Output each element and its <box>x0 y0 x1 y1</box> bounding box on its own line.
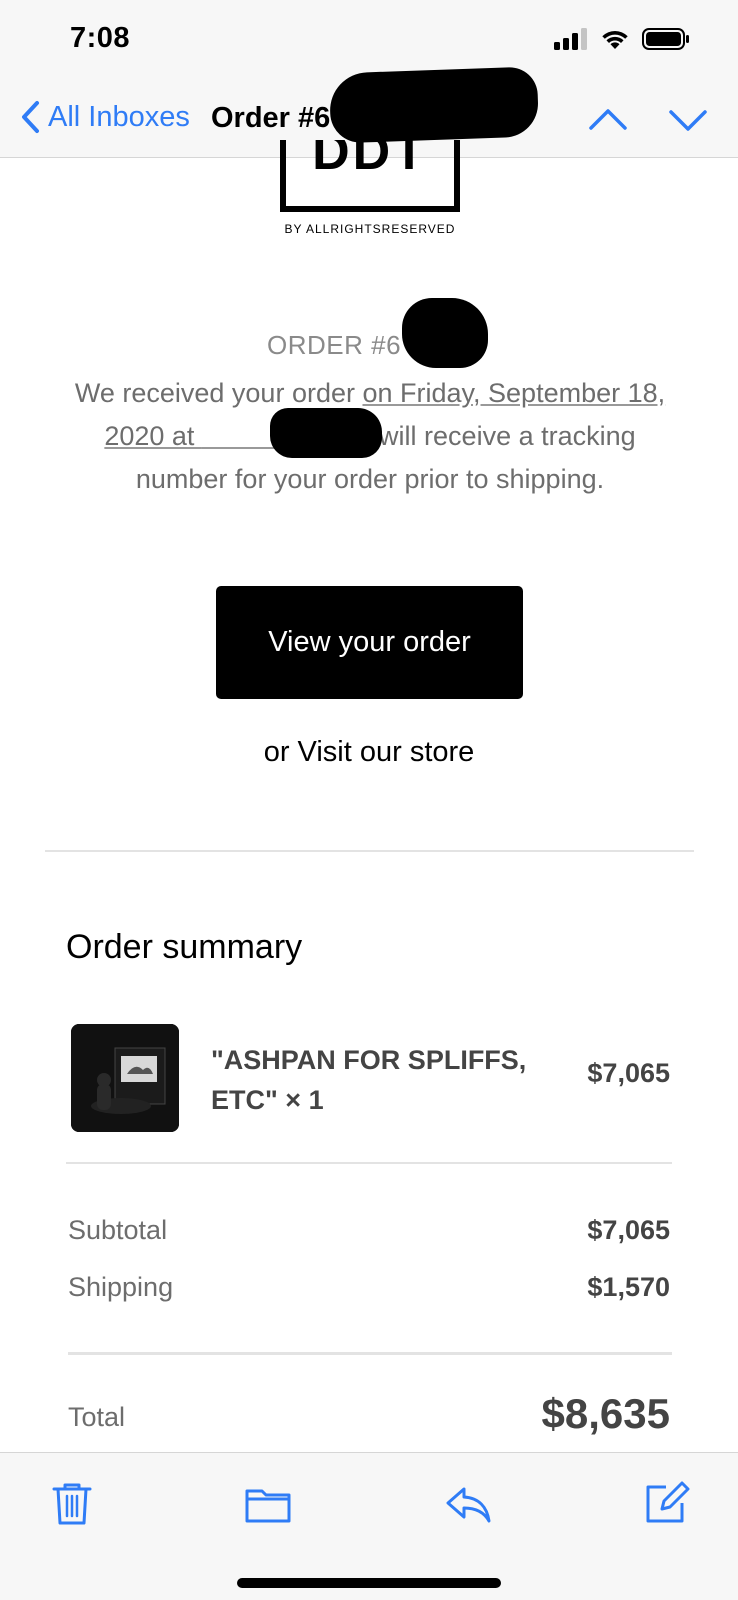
subtotal-label: Subtotal <box>68 1215 168 1245</box>
total-label: Total <box>68 1402 126 1432</box>
subtotal-value: $7,065 <box>587 1215 670 1245</box>
message-title: Order #6 <box>211 102 331 134</box>
signal-icon <box>554 28 587 50</box>
chevron-down-icon[interactable] <box>668 100 708 140</box>
compose-icon[interactable] <box>642 1479 690 1527</box>
logo-text: DDT <box>312 140 428 181</box>
view-order-button[interactable]: View your order <box>216 586 523 699</box>
product-name: "ASHPAN FOR SPLIFFS, ETC" × 1 <box>211 1045 527 1115</box>
chevron-left-icon <box>22 101 39 133</box>
back-label: All Inboxes <box>48 100 190 133</box>
visit-store-line: or Visit our store <box>0 736 738 769</box>
divider <box>68 1352 672 1355</box>
message-navigation <box>588 100 708 140</box>
logo-subtitle: BY ALLRIGHTSRESERVED <box>284 222 456 236</box>
order-summary-title: Order summary <box>66 928 303 966</box>
redaction-mark <box>270 408 382 458</box>
product-image <box>71 1024 179 1132</box>
received-text: We received your order <box>74 378 363 408</box>
status-icons <box>554 28 690 50</box>
folder-icon[interactable] <box>244 1479 292 1527</box>
reply-icon[interactable] <box>444 1479 492 1527</box>
back-button[interactable]: All Inboxes <box>20 100 190 134</box>
chevron-up-icon[interactable] <box>588 100 628 140</box>
divider <box>66 1162 672 1164</box>
redaction-mark <box>328 66 540 144</box>
visit-store-link[interactable]: Visit our store <box>298 736 475 768</box>
order-number: ORDER #6 <box>267 330 402 360</box>
store-logo: DDT <box>280 140 460 212</box>
status-time: 7:08 <box>70 22 131 54</box>
redaction-mark <box>402 298 488 368</box>
total-value: $8,635 <box>541 1390 670 1437</box>
shipping-label: Shipping <box>68 1272 174 1302</box>
shipping-value: $1,570 <box>587 1272 670 1302</box>
product-price: $7,065 <box>587 1058 670 1088</box>
wifi-icon <box>602 30 628 49</box>
divider <box>45 850 694 852</box>
home-indicator <box>237 1578 501 1588</box>
battery-icon <box>642 28 689 50</box>
visit-prefix: or <box>263 736 298 768</box>
trash-icon[interactable] <box>48 1479 96 1527</box>
